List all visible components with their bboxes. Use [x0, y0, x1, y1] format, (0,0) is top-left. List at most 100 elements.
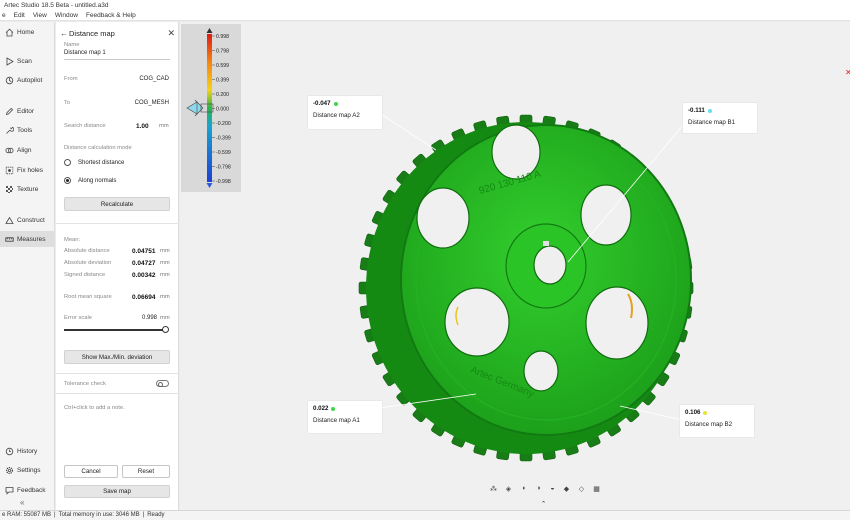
status-bar: e RAM: 55087 MB | Total memory in use: 3… — [0, 510, 850, 520]
callout-distance-map-a2[interactable]: -0.047 Distance map A2 — [308, 96, 382, 129]
nav-feedback-label: Feedback — [17, 486, 46, 494]
shortest-distance-label: Shortest distance — [78, 160, 125, 166]
radio-shortest-distance[interactable] — [64, 159, 71, 166]
nav-align-label: Align — [17, 146, 32, 154]
reset-button[interactable]: Reset — [122, 465, 170, 478]
nav-fix-holes[interactable]: Fix holes — [0, 162, 55, 178]
menu-edit[interactable]: Edit — [14, 12, 25, 19]
view-back-icon[interactable]: ◑ — [534, 484, 543, 493]
nav-texture[interactable]: Texture — [0, 181, 55, 197]
abs-deviation-value: 0.04727 — [132, 260, 156, 267]
panel-header: ← Distance map ✕ — [60, 27, 175, 39]
gear-icon — [2, 466, 16, 475]
gear-bore — [533, 245, 567, 285]
view-cube-icon[interactable]: ◈ — [504, 484, 513, 493]
callout-b2-dot — [703, 410, 708, 415]
cancel-button[interactable]: Cancel — [64, 465, 118, 478]
menu-file[interactable]: e — [2, 12, 6, 19]
nav-history-label: History — [17, 447, 38, 455]
error-scale-value: 0.998 — [142, 315, 158, 321]
error-scale-label: Error scale — [64, 315, 93, 321]
nav-tools-label: Tools — [17, 126, 33, 134]
gear-hole-left — [416, 187, 470, 249]
callout-a2-value: -0.047 — [313, 100, 331, 107]
menu-feedback-help[interactable]: Feedback & Help — [86, 12, 136, 19]
align-icon — [2, 146, 16, 155]
nav-settings-label: Settings — [17, 466, 41, 474]
close-icon[interactable]: ✕ — [167, 28, 175, 39]
gear-hole-bottom-left — [444, 287, 510, 357]
view-shaded-icon[interactable]: ◆ — [562, 484, 571, 493]
view-front-icon[interactable]: ◐ — [520, 484, 529, 493]
radio-along-normals[interactable] — [64, 177, 71, 184]
gear-hole-bottom-right — [585, 286, 649, 360]
callout-a1-name: Distance map A1 — [313, 417, 360, 424]
signed-distance-unit: mm — [160, 272, 170, 278]
view-side-icon[interactable]: ◒ — [548, 484, 557, 493]
mean-label: Mean: — [64, 237, 81, 243]
expand-panel-chevron-icon[interactable]: ⌃ — [539, 499, 548, 508]
from-select[interactable]: COG_CAD — [139, 76, 169, 82]
menu-window[interactable]: Window — [55, 12, 78, 19]
search-distance-input[interactable]: 1.00 — [136, 123, 149, 130]
nav-editor-label: Editor — [17, 107, 34, 115]
callout-a2-dot — [333, 101, 338, 106]
pencil-icon — [2, 107, 16, 116]
ruler-icon — [2, 235, 16, 244]
fix-holes-icon — [2, 166, 16, 175]
nav-home[interactable]: Home — [0, 24, 55, 40]
callout-a2-name: Distance map A2 — [313, 112, 360, 119]
from-label: From — [64, 76, 78, 82]
view-texture-icon[interactable]: ▦ — [592, 484, 601, 493]
gear-hole-right — [580, 184, 632, 246]
leader-a2 — [377, 111, 437, 151]
recalculate-button[interactable]: Recalculate — [64, 197, 170, 211]
nav-align[interactable]: Align — [0, 142, 55, 158]
abs-distance-unit: mm — [160, 248, 170, 254]
collapse-nav-button[interactable]: « — [20, 498, 24, 507]
view-wire-icon[interactable]: ◇ — [577, 484, 586, 493]
tolerance-check-toggle[interactable] — [156, 380, 169, 387]
nav-history[interactable]: History — [0, 443, 55, 459]
nav-editor[interactable]: Editor — [0, 103, 55, 119]
view-axes-icon[interactable]: ⁂ — [489, 484, 498, 493]
nav-tools[interactable]: Tools — [0, 122, 55, 138]
name-label: Name — [64, 42, 80, 48]
nav-autopilot[interactable]: Autopilot — [0, 72, 55, 88]
nav-construct-label: Construct — [17, 216, 45, 224]
menu-view[interactable]: View — [33, 12, 47, 19]
callout-distance-map-b2[interactable]: 0.106 Distance map B2 — [680, 405, 754, 437]
show-max-min-deviation-button[interactable]: Show Max./Min. deviation — [64, 350, 170, 364]
rms-unit: mm — [160, 294, 170, 300]
close-marker-icon[interactable]: ✕ — [845, 68, 850, 77]
wrench-icon — [2, 126, 16, 135]
callout-b1-name: Distance map B1 — [688, 119, 736, 126]
nav-scan-label: Scan — [17, 57, 32, 65]
nav-home-label: Home — [17, 28, 35, 36]
callout-a1-dot — [331, 406, 336, 411]
to-label: To — [64, 100, 71, 106]
save-map-button[interactable]: Save map — [64, 485, 170, 498]
nav-measures[interactable]: Measures — [0, 231, 55, 247]
distance-map-panel: ← Distance map ✕ Name Distance map 1 Fro… — [56, 22, 179, 510]
gear-hole-bottom — [523, 350, 559, 392]
search-distance-unit: mm — [159, 123, 169, 129]
callout-distance-map-b1[interactable]: -0.111 Distance map B1 — [683, 103, 757, 133]
callout-distance-map-a1[interactable]: 0.022 Distance map A1 — [308, 401, 382, 433]
autopilot-icon — [2, 76, 16, 85]
nav-settings[interactable]: Settings — [0, 462, 55, 478]
to-select[interactable]: COG_MESH — [135, 100, 169, 106]
abs-deviation-unit: mm — [160, 260, 170, 266]
error-scale-handle[interactable] — [162, 326, 169, 333]
error-scale-unit: mm — [160, 315, 170, 321]
menu-bar: e Edit View Window Feedback & Help — [0, 11, 850, 21]
nav-feedback[interactable]: Feedback — [0, 482, 55, 498]
nav-construct[interactable]: Construct — [0, 212, 55, 228]
panel-title: Distance map — [69, 28, 115, 38]
back-arrow-icon[interactable]: ← — [60, 29, 69, 38]
panel-divider-2 — [56, 373, 179, 374]
error-scale-track[interactable] — [64, 329, 166, 331]
status-memory: Total memory in use: 3046 MB — [58, 512, 140, 518]
name-field[interactable]: Distance map 1 — [64, 50, 106, 56]
nav-scan[interactable]: Scan — [0, 53, 55, 69]
